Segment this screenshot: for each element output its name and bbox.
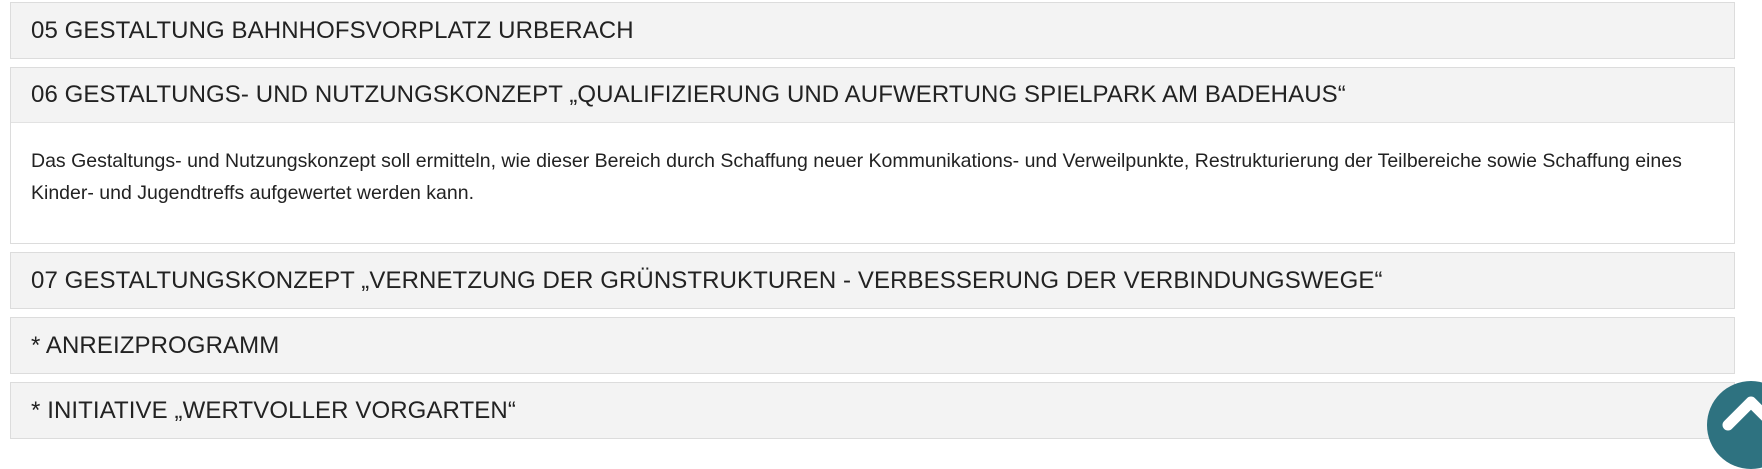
accordion-item-anreizprogramm: * ANREIZPROGRAMM <box>10 317 1735 374</box>
accordion-item-05: 05 GESTALTUNG BAHNHOFSVORPLATZ URBERACH <box>10 2 1735 59</box>
accordion-title: 07 GESTALTUNGSKONZEPT „VERNETZUNG DER GR… <box>31 266 1383 294</box>
chevron-up-icon <box>1722 396 1762 431</box>
accordion-header-anreizprogramm[interactable]: * ANREIZPROGRAMM <box>11 318 1734 373</box>
accordion-item-07: 07 GESTALTUNGSKONZEPT „VERNETZUNG DER GR… <box>10 252 1735 309</box>
accordion-item-06: 06 GESTALTUNGS- UND NUTZUNGSKONZEPT „QUA… <box>10 67 1735 244</box>
accordion-header-vorgarten[interactable]: * INITIATIVE „WERTVOLLER VORGARTEN“ <box>11 383 1734 438</box>
accordion-body-text: Das Gestaltungs- und Nutzungskonzept sol… <box>31 150 1682 204</box>
accordion-title: * INITIATIVE „WERTVOLLER VORGARTEN“ <box>31 396 516 424</box>
accordion-item-vorgarten: * INITIATIVE „WERTVOLLER VORGARTEN“ <box>10 382 1735 439</box>
accordion-content-06: Das Gestaltungs- und Nutzungskonzept sol… <box>11 123 1734 243</box>
accordion-header-07[interactable]: 07 GESTALTUNGSKONZEPT „VERNETZUNG DER GR… <box>11 253 1734 308</box>
accordion-header-05[interactable]: 05 GESTALTUNG BAHNHOFSVORPLATZ URBERACH <box>11 3 1734 58</box>
accordion-header-06[interactable]: 06 GESTALTUNGS- UND NUTZUNGSKONZEPT „QUA… <box>11 68 1734 123</box>
accordion-title: 06 GESTALTUNGS- UND NUTZUNGSKONZEPT „QUA… <box>31 81 1346 108</box>
accordion-title: * ANREIZPROGRAMM <box>31 331 280 359</box>
accordion: 05 GESTALTUNG BAHNHOFSVORPLATZ URBERACH … <box>10 2 1735 447</box>
accordion-title: 05 GESTALTUNG BAHNHOFSVORPLATZ URBERACH <box>31 16 634 44</box>
